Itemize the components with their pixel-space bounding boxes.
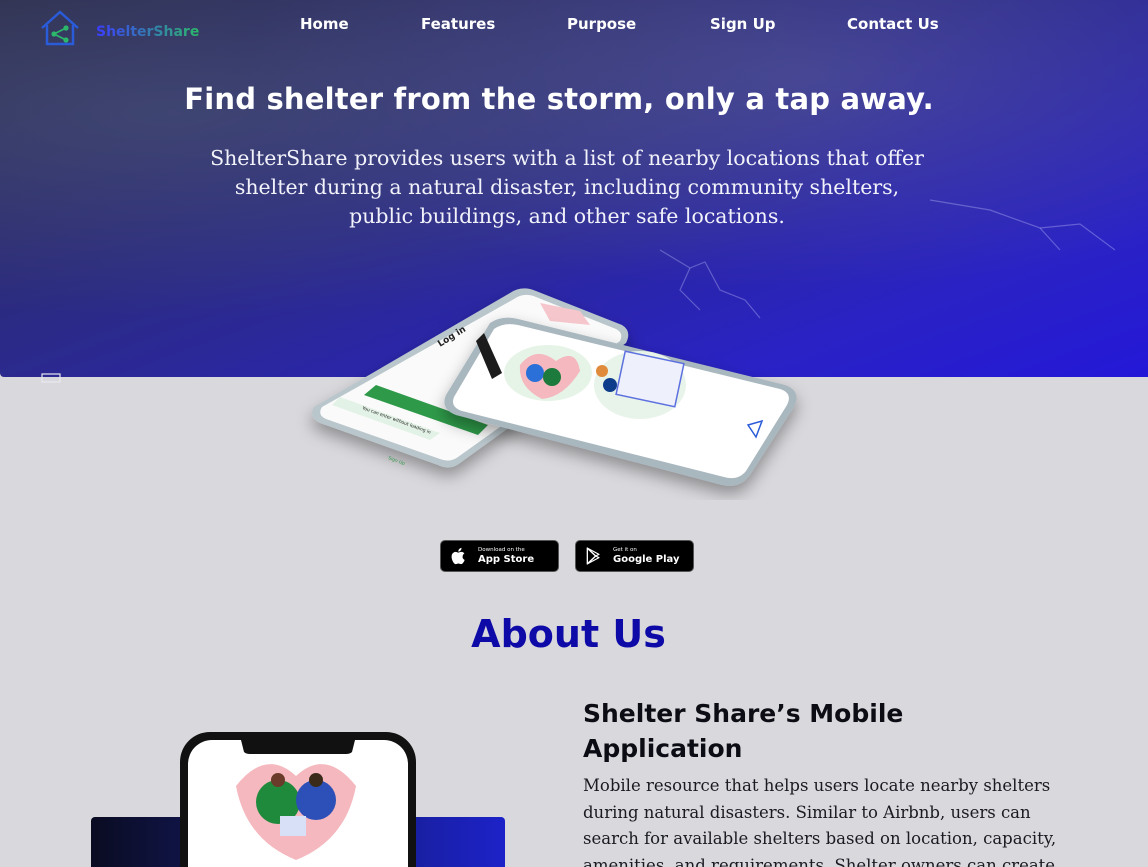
nav-home[interactable]: Home bbox=[300, 15, 349, 33]
google-play-big-text: Google Play bbox=[613, 553, 680, 565]
app-store-small-text: Download on the bbox=[478, 546, 525, 553]
app-store-big-text: App Store bbox=[478, 553, 535, 565]
nav-features[interactable]: Features bbox=[421, 15, 495, 33]
google-play-button[interactable]: Get it on Google Play bbox=[575, 540, 694, 572]
nav-purpose[interactable]: Purpose bbox=[567, 15, 636, 33]
google-play-small-text: Get it on bbox=[613, 546, 637, 553]
app-store-button[interactable]: Download on the App Store bbox=[440, 540, 559, 572]
login-signup-link: Sign Up bbox=[387, 455, 406, 467]
google-play-icon bbox=[586, 547, 600, 565]
hero-subtitle: ShelterShare provides users with a list … bbox=[210, 146, 924, 228]
brand-logo[interactable]: ShelterShare bbox=[38, 8, 199, 48]
phones-mockup: Log in Login You can enter without loadi… bbox=[312, 288, 797, 486]
landing-page: ShelterShare Home Features Purpose Sign … bbox=[0, 0, 1148, 867]
mobile-app-description: Mobile resource that helps users locate … bbox=[583, 776, 1057, 867]
hero-title: Find shelter from the storm, only a tap … bbox=[184, 82, 934, 116]
house-share-icon bbox=[41, 10, 79, 46]
small-box-icon bbox=[41, 373, 61, 383]
nav-contact-us[interactable]: Contact Us bbox=[847, 15, 939, 33]
nav-sign-up[interactable]: Sign Up bbox=[710, 15, 776, 33]
brand-name: ShelterShare bbox=[96, 24, 200, 40]
mobile-app-heading: Shelter Share’s Mobile Application bbox=[583, 699, 904, 763]
about-us-heading: About Us bbox=[471, 612, 666, 656]
apple-icon bbox=[451, 547, 465, 565]
about-phone-mockup bbox=[180, 732, 416, 867]
